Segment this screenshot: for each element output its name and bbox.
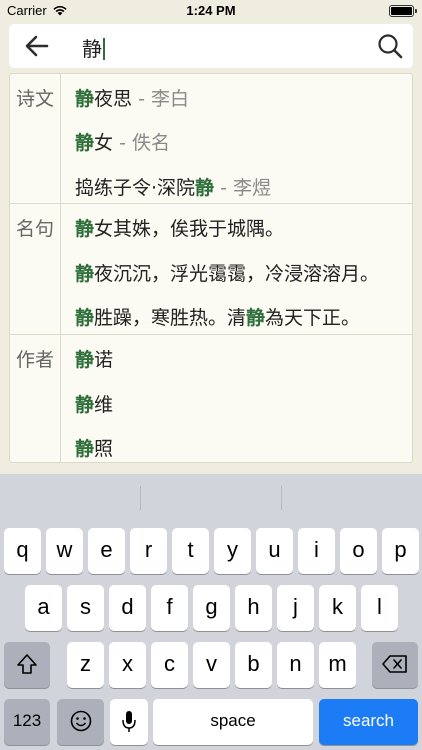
- key-w[interactable]: w: [46, 528, 83, 574]
- result-text: 女其姝，俟我于城隅。: [94, 218, 285, 240]
- result-row[interactable]: 静女其姝，俟我于城隅。: [75, 214, 284, 241]
- result-highlight: 静: [75, 132, 95, 154]
- search-bar: 静: [9, 24, 413, 68]
- key-l[interactable]: l: [361, 585, 398, 631]
- emoji-icon: [70, 710, 91, 732]
- key-c[interactable]: c: [151, 642, 188, 688]
- key-n[interactable]: n: [277, 642, 314, 688]
- key-h[interactable]: h: [235, 585, 272, 631]
- key-z[interactable]: z: [67, 642, 104, 688]
- key-k[interactable]: k: [319, 585, 356, 631]
- section-famous-lines: 名句 静女其姝，俟我于城隅。 静夜沉沉，浮光霭霭，冷浸溶溶月。 静胜躁，寒胜热。…: [10, 204, 412, 335]
- result-row[interactable]: 静诺: [75, 345, 113, 372]
- section-label-famous-lines: 名句: [15, 218, 54, 240]
- result-highlight: 静: [75, 263, 95, 285]
- key-r[interactable]: r: [130, 528, 167, 574]
- result-row[interactable]: 静夜沉沉，浮光霭霭，冷浸溶溶月。: [75, 259, 379, 286]
- key-y[interactable]: y: [214, 528, 251, 574]
- result-author: - 李煜: [214, 177, 271, 199]
- result-highlight: 静: [75, 394, 95, 416]
- search-results-panel: 诗文 静夜思 - 李白 静女 - 佚名 捣练子令·深院静 - 李煜 名句 静女其…: [9, 73, 413, 463]
- result-highlight: 静: [75, 88, 95, 110]
- result-text: 夜沉沉，浮光霭霭，冷浸溶溶月。: [94, 263, 380, 285]
- result-text: 夜思: [94, 88, 133, 110]
- section-divider-vertical: [60, 204, 61, 335]
- delete-icon: [382, 655, 407, 673]
- result-text: 為天下正。: [265, 307, 361, 329]
- key-i[interactable]: i: [298, 528, 335, 574]
- result-highlight: 静: [75, 438, 95, 460]
- key-v[interactable]: v: [193, 642, 230, 688]
- shift-key[interactable]: [4, 642, 50, 688]
- result-text: 诺: [94, 349, 114, 371]
- result-row[interactable]: 静照: [75, 434, 113, 461]
- key-g[interactable]: g: [193, 585, 230, 631]
- prediction-divider: [281, 486, 282, 510]
- result-highlight: 静: [195, 177, 215, 199]
- result-author: - 李白: [132, 88, 189, 110]
- back-arrow-icon[interactable]: [23, 32, 51, 60]
- search-icon[interactable]: [375, 31, 405, 61]
- section-label-poems: 诗文: [15, 88, 54, 110]
- key-x[interactable]: x: [109, 642, 146, 688]
- key-a[interactable]: a: [25, 585, 62, 631]
- section-label-authors: 作者: [15, 349, 54, 371]
- key-o[interactable]: o: [340, 528, 377, 574]
- result-text: 照: [94, 438, 114, 460]
- delete-key[interactable]: [372, 642, 418, 688]
- shift-icon: [17, 654, 37, 674]
- key-q[interactable]: q: [4, 528, 41, 574]
- emoji-key[interactable]: [57, 699, 104, 745]
- status-bar: Carrier 1:24 PM: [0, 0, 422, 22]
- result-highlight: 静: [75, 349, 95, 371]
- key-d[interactable]: d: [109, 585, 146, 631]
- result-row[interactable]: 静胜躁，寒胜热。清静為天下正。: [75, 303, 360, 330]
- keyboard: qwertyuiop asdfghjkl zxcvbnm 123 space s…: [0, 474, 422, 750]
- result-text: 胜躁，寒胜热。清: [94, 307, 247, 329]
- battery-fill: [391, 7, 412, 15]
- result-row[interactable]: 静夜思 - 李白: [75, 84, 189, 111]
- microphone-icon: [122, 711, 136, 732]
- search-key[interactable]: search: [319, 699, 418, 745]
- key-b[interactable]: b: [235, 642, 272, 688]
- result-row[interactable]: 静维: [75, 390, 113, 417]
- result-text: 捣练子令·深院: [75, 177, 196, 199]
- section-poems: 诗文 静夜思 - 李白 静女 - 佚名 捣练子令·深院静 - 李煜: [10, 74, 412, 204]
- battery-icon: [389, 5, 417, 17]
- key-m[interactable]: m: [319, 642, 356, 688]
- key-f[interactable]: f: [151, 585, 188, 631]
- result-text: 维: [94, 394, 114, 416]
- key-s[interactable]: s: [67, 585, 104, 631]
- section-divider-vertical: [60, 74, 61, 204]
- text-caret: [103, 38, 105, 60]
- key-u[interactable]: u: [256, 528, 293, 574]
- search-input-value: 静: [82, 37, 102, 61]
- prediction-divider: [140, 486, 141, 510]
- result-row[interactable]: 静女 - 佚名: [75, 128, 170, 155]
- numbers-key[interactable]: 123: [4, 699, 50, 745]
- result-highlight: 静: [75, 307, 95, 329]
- space-key[interactable]: space: [153, 699, 313, 745]
- key-j[interactable]: j: [277, 585, 314, 631]
- result-highlight: 静: [75, 218, 95, 240]
- section-authors: 作者 静诺 静维 静照: [10, 335, 412, 462]
- result-text: 女: [94, 132, 114, 154]
- key-t[interactable]: t: [172, 528, 209, 574]
- search-input[interactable]: 静: [82, 33, 105, 62]
- result-highlight: 静: [246, 307, 266, 329]
- key-e[interactable]: e: [88, 528, 125, 574]
- status-time: 1:24 PM: [186, 3, 236, 18]
- microphone-key[interactable]: [110, 699, 148, 745]
- key-p[interactable]: p: [382, 528, 419, 574]
- result-row[interactable]: 捣练子令·深院静 - 李煜: [75, 173, 271, 200]
- result-author: - 佚名: [113, 132, 170, 154]
- section-divider-vertical: [60, 335, 61, 462]
